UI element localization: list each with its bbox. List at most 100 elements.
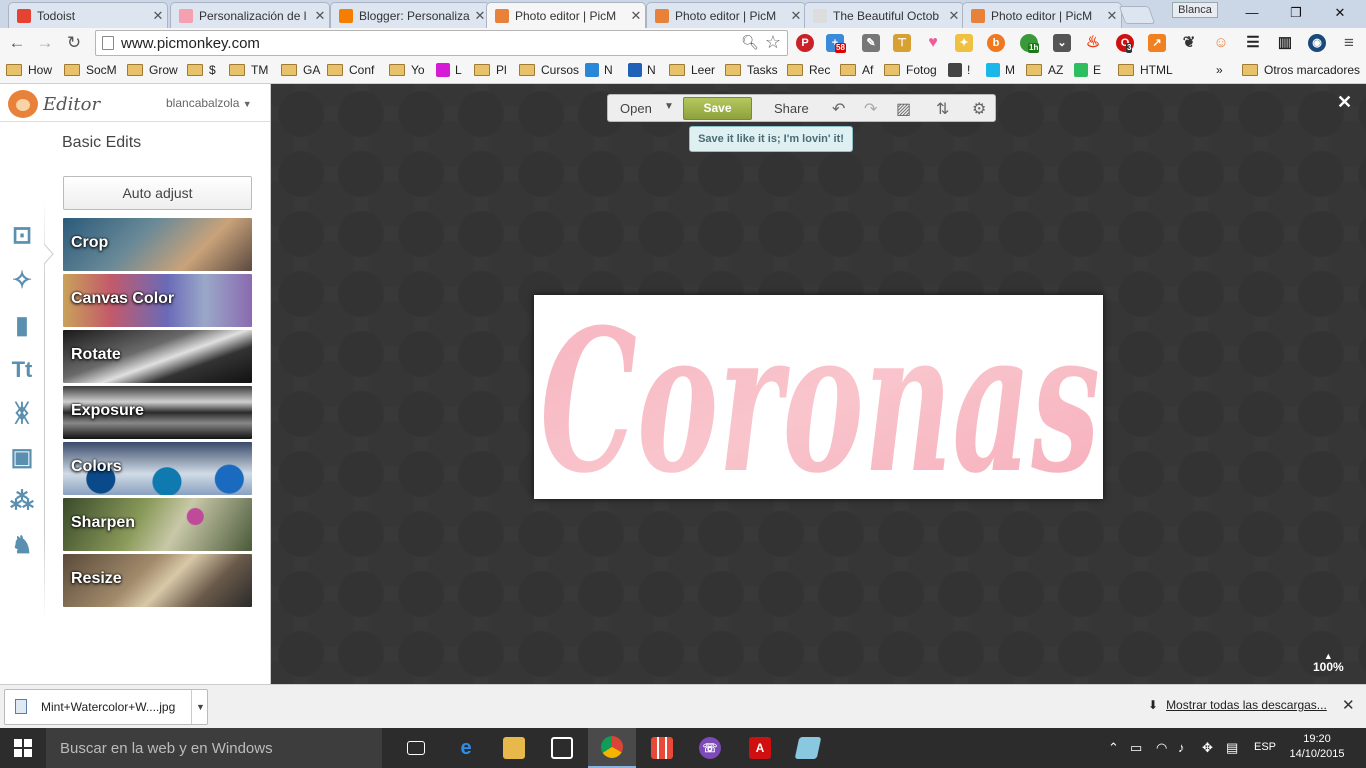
- tool-resize[interactable]: Resize: [63, 554, 252, 607]
- picmonkey-logo[interactable]: Editor: [8, 90, 100, 118]
- auto-adjust-button[interactable]: Auto adjust: [63, 176, 252, 210]
- show-all-downloads-link[interactable]: ⬇ Mostrar todas las descargas...: [1148, 698, 1327, 712]
- close-icon[interactable]: ✕: [1342, 696, 1355, 714]
- tool-sharpen[interactable]: Sharpen: [63, 498, 252, 551]
- chevron-down-icon[interactable]: ▼: [191, 690, 209, 724]
- tool-exposure[interactable]: Exposure: [63, 386, 252, 439]
- extension-icon[interactable]: O 3: [1116, 34, 1134, 53]
- browser-tab[interactable]: Photo editor | PicM ✕: [646, 2, 806, 28]
- browser-tab[interactable]: The Beautiful Octob ✕: [804, 2, 964, 28]
- bookmarks-overflow-button[interactable]: »: [1216, 63, 1223, 77]
- save-button[interactable]: Save: [683, 97, 752, 120]
- chevron-up-icon[interactable]: ⌃: [1108, 740, 1119, 756]
- extension-icon[interactable]: b: [987, 34, 1005, 52]
- bookmark-link[interactable]: M: [986, 63, 1015, 77]
- bookmark-link[interactable]: !: [948, 63, 970, 77]
- task-view-icon[interactable]: [392, 728, 440, 768]
- bookmark-link[interactable]: N: [585, 63, 613, 77]
- butterfly-icon[interactable]: ᛤ: [6, 398, 38, 430]
- bookmark-folder[interactable]: GA: [281, 63, 320, 77]
- bookmark-folder[interactable]: Af: [840, 63, 873, 77]
- extension-icon[interactable]: ✦: [955, 34, 973, 52]
- tool-rotate[interactable]: Rotate: [63, 330, 252, 383]
- pinterest-icon[interactable]: P: [796, 34, 814, 52]
- reload-icon[interactable]: ↻: [63, 32, 85, 54]
- close-tab-icon[interactable]: ✕: [627, 8, 645, 24]
- dropbox-icon[interactable]: ✥: [1202, 740, 1213, 756]
- taskbar-search[interactable]: Buscar en la web y en Windows: [46, 728, 382, 768]
- pocket-icon[interactable]: ⌄: [1053, 34, 1071, 52]
- layers-icon[interactable]: ⇅: [936, 99, 949, 119]
- gear-icon[interactable]: ⚙: [972, 99, 986, 119]
- heart-icon[interactable]: ♥: [924, 34, 942, 52]
- edge-icon[interactable]: e: [442, 728, 490, 768]
- redo-icon[interactable]: ↷: [864, 99, 877, 119]
- bookmark-star-icon[interactable]: ☆: [765, 32, 781, 53]
- text-icon[interactable]: Tt: [6, 354, 38, 386]
- browser-tab[interactable]: Photo editor | PicM ✕: [962, 2, 1122, 28]
- cat-icon[interactable]: ♞: [6, 530, 38, 562]
- texture-icon[interactable]: ⁂: [6, 486, 38, 518]
- address-bar[interactable]: www.picmonkey.com 🔍︎ ☆: [95, 30, 788, 56]
- tool-colors[interactable]: Colors: [63, 442, 252, 495]
- minimize-icon[interactable]: —: [1238, 4, 1266, 22]
- bookmark-folder[interactable]: Leer: [669, 63, 715, 77]
- tool-crop[interactable]: Crop: [63, 218, 252, 271]
- viber-icon[interactable]: ☏: [686, 728, 734, 768]
- language-indicator[interactable]: ESP: [1254, 741, 1276, 753]
- bookmark-folder[interactable]: How: [6, 63, 52, 77]
- maximize-icon[interactable]: ❐: [1282, 4, 1310, 22]
- close-tab-icon[interactable]: ✕: [945, 8, 963, 24]
- lipstick-icon[interactable]: ▮: [6, 310, 38, 342]
- apps-grid-icon[interactable]: [638, 728, 686, 768]
- close-tab-icon[interactable]: ✕: [149, 8, 167, 24]
- undo-icon[interactable]: ↶: [832, 99, 845, 119]
- other-bookmarks-folder[interactable]: Otros marcadores: [1242, 63, 1360, 77]
- share-button[interactable]: Share: [774, 101, 809, 116]
- close-tab-icon[interactable]: ✕: [311, 8, 329, 24]
- chrome-icon[interactable]: [588, 728, 636, 768]
- notification-icon[interactable]: ▤: [1226, 740, 1238, 756]
- close-window-icon[interactable]: ✕: [1326, 4, 1354, 22]
- bookmark-folder[interactable]: Fotog: [884, 63, 937, 77]
- user-menu[interactable]: blancabalzola ▼: [166, 96, 252, 110]
- search-icon[interactable]: 🔍︎: [741, 34, 759, 51]
- battery-icon[interactable]: ▭: [1130, 740, 1142, 756]
- windows-start-icon[interactable]: [14, 739, 32, 757]
- browser-tab[interactable]: Todoist ✕: [8, 2, 168, 28]
- browser-tab[interactable]: Photo editor | PicM ✕: [486, 2, 646, 28]
- frame-icon[interactable]: ▣: [6, 442, 38, 474]
- bookmark-folder[interactable]: HTML: [1118, 63, 1173, 77]
- close-icon[interactable]: ✕: [1337, 92, 1352, 113]
- app-icon[interactable]: [784, 728, 832, 768]
- bookmark-link[interactable]: E: [1074, 63, 1101, 77]
- tool-canvas-color[interactable]: Canvas Color: [63, 274, 252, 327]
- bookmark-link[interactable]: N: [628, 63, 656, 77]
- zoom-control[interactable]: ▲ 100%: [1313, 652, 1344, 675]
- browser-tab[interactable]: Personalización de l ✕: [170, 2, 330, 28]
- extension-icon[interactable]: ◉: [1308, 34, 1326, 52]
- store-icon[interactable]: [538, 728, 586, 768]
- magic-wand-icon[interactable]: ✧: [6, 265, 38, 297]
- compare-icon[interactable]: ▨: [896, 99, 911, 119]
- bookmark-folder[interactable]: Cursos: [519, 63, 579, 77]
- photo-image[interactable]: Coronas: [534, 287, 1103, 517]
- bookmark-link[interactable]: L: [436, 63, 462, 77]
- volume-icon[interactable]: ♪: [1178, 740, 1185, 755]
- download-item[interactable]: Mint+Watercolor+W....jpg ▼: [4, 689, 208, 725]
- picmonkey-icon[interactable]: ☺: [1212, 34, 1230, 52]
- bookmark-folder[interactable]: Grow: [127, 63, 178, 77]
- forward-icon[interactable]: →: [34, 32, 56, 54]
- profile-button[interactable]: Blanca: [1172, 2, 1218, 18]
- bookmark-folder[interactable]: Conf: [327, 63, 374, 77]
- bookmark-folder[interactable]: Tasks: [725, 63, 778, 77]
- film-icon[interactable]: ▥: [1276, 34, 1294, 52]
- chrome-menu-icon[interactable]: ≡: [1338, 32, 1360, 54]
- close-tab-icon[interactable]: ✕: [787, 8, 805, 24]
- chevron-down-icon[interactable]: ▼: [664, 101, 674, 112]
- fire-icon[interactable]: ♨: [1084, 34, 1102, 52]
- bookmark-folder[interactable]: Pl: [474, 63, 507, 77]
- extension-icon[interactable]: ⊤: [893, 34, 911, 52]
- bookmark-folder[interactable]: AZ: [1026, 63, 1063, 77]
- bookmark-folder[interactable]: $: [187, 63, 216, 77]
